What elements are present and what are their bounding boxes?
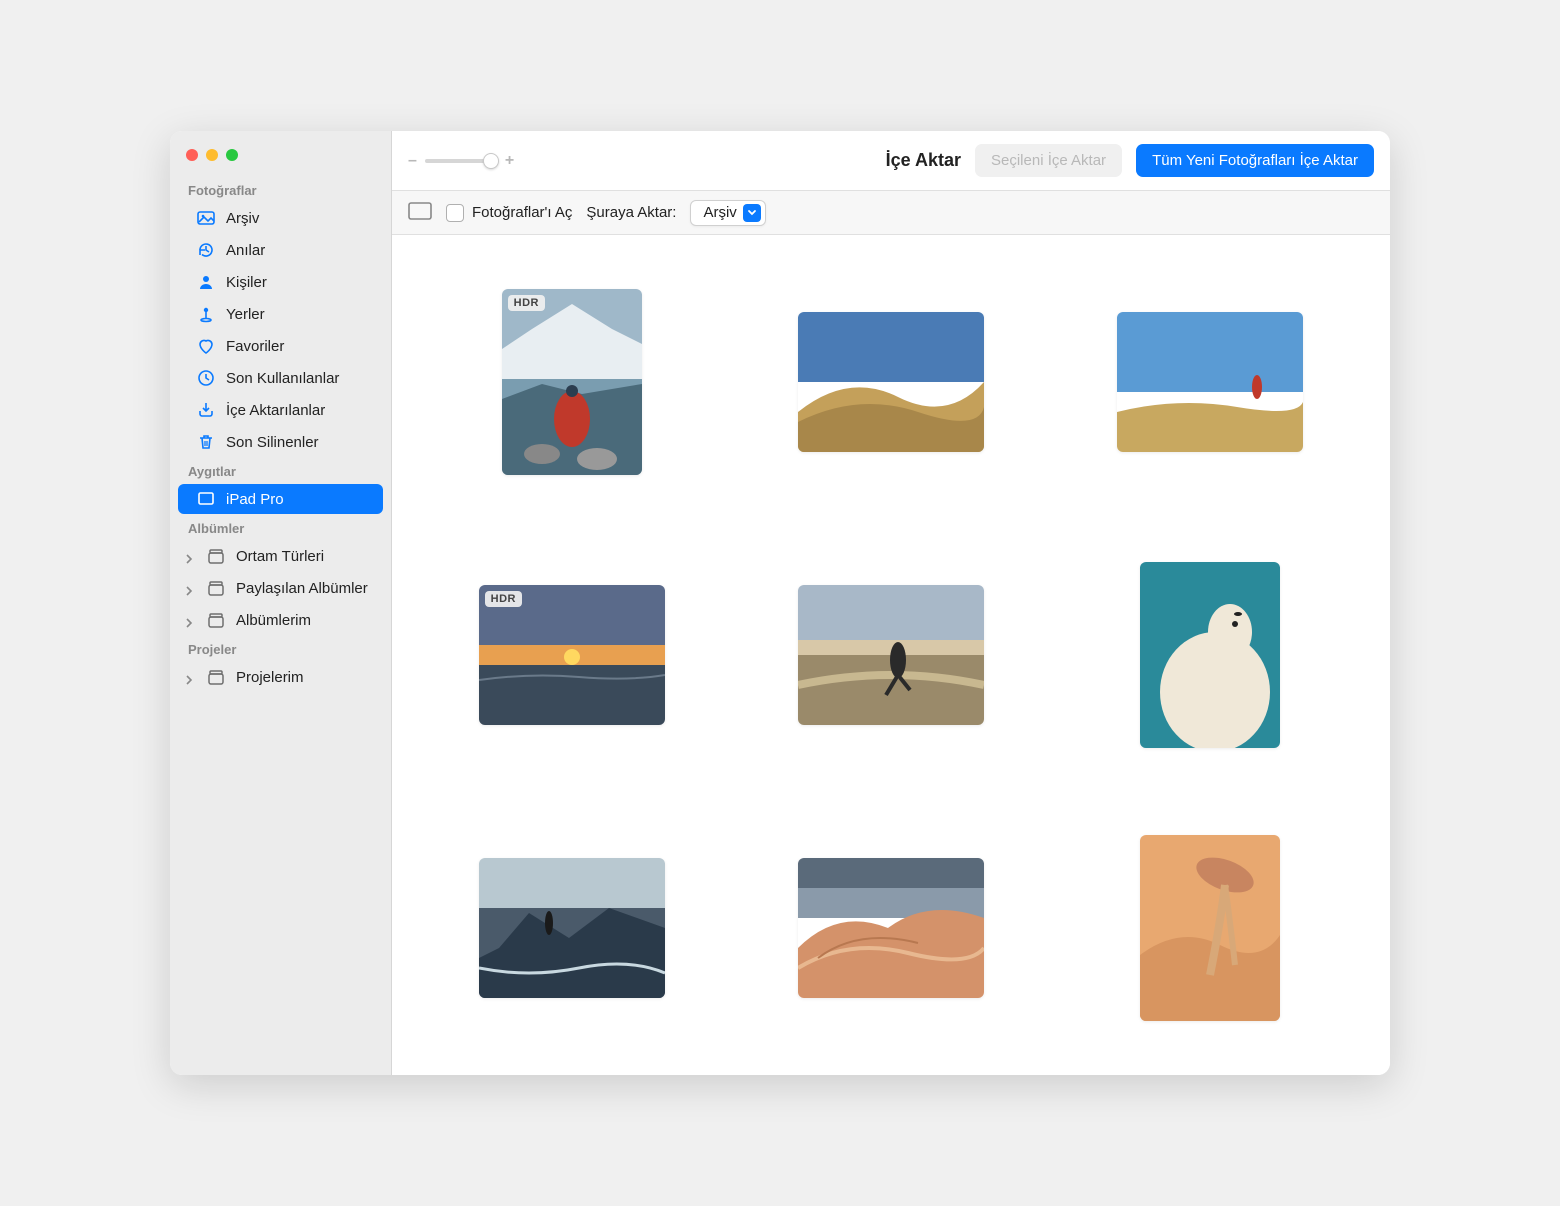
photo-thumbnail[interactable] xyxy=(798,858,984,998)
photo-thumbnail[interactable]: HDR xyxy=(479,585,665,725)
sidebar-item-places[interactable]: Yerler xyxy=(178,299,383,329)
people-icon xyxy=(196,272,216,292)
memories-icon xyxy=(196,240,216,260)
device-icon xyxy=(408,202,432,224)
sidebar: Fotoğraflar Arşiv Anılar Kişiler Yerler xyxy=(170,131,392,1075)
slider-track[interactable] xyxy=(425,159,497,163)
places-icon xyxy=(196,304,216,324)
chevron-right-icon xyxy=(184,672,194,682)
sidebar-item-label: iPad Pro xyxy=(226,491,284,508)
photo-thumbnail[interactable] xyxy=(798,312,984,452)
sidebar-item-label: Projelerim xyxy=(236,669,304,686)
chevron-right-icon xyxy=(184,551,194,561)
sidebar-item-label: Kişiler xyxy=(226,274,267,291)
sidebar-item-label: Yerler xyxy=(226,306,265,323)
import-icon xyxy=(196,400,216,420)
sidebar-item-recents[interactable]: Son Kullanılanlar xyxy=(178,363,383,393)
import-to-select[interactable]: Arşiv xyxy=(690,200,765,226)
import-to-value: Arşiv xyxy=(703,204,736,221)
zoom-plus-icon: + xyxy=(505,152,514,170)
sidebar-item-my-albums[interactable]: Albümlerim xyxy=(178,605,383,635)
chevron-down-icon xyxy=(743,204,761,222)
sidebar-item-memories[interactable]: Anılar xyxy=(178,235,383,265)
photo-thumbnail[interactable] xyxy=(1140,562,1280,748)
ipad-icon xyxy=(196,489,216,509)
minimize-window-button[interactable] xyxy=(206,149,218,161)
sidebar-item-label: Albümlerim xyxy=(236,612,311,629)
hdr-badge: HDR xyxy=(485,591,522,607)
import-selected-button[interactable]: Seçileni İçe Aktar xyxy=(975,144,1122,177)
sidebar-section-devices: Aygıtlar xyxy=(170,458,391,483)
sidebar-section-albums: Albümler xyxy=(170,515,391,540)
zoom-slider[interactable]: – + xyxy=(408,152,514,170)
sidebar-section-projects: Projeler xyxy=(170,636,391,661)
sub-toolbar: Fotoğraflar'ı Aç Şuraya Aktar: Arşiv xyxy=(392,191,1390,235)
app-window: Fotoğraflar Arşiv Anılar Kişiler Yerler xyxy=(170,131,1390,1075)
sidebar-item-shared-albums[interactable]: Paylaşılan Albümler xyxy=(178,573,383,603)
sidebar-item-label: Son Silinenler xyxy=(226,434,319,451)
open-photos-checkbox[interactable] xyxy=(446,204,464,222)
open-photos-label: Fotoğraflar'ı Aç xyxy=(472,204,572,221)
sidebar-item-people[interactable]: Kişiler xyxy=(178,267,383,297)
sidebar-item-label: Ortam Türleri xyxy=(236,548,324,565)
photo-thumbnail[interactable]: HDR xyxy=(502,289,642,475)
chevron-right-icon xyxy=(184,583,194,593)
import-all-button[interactable]: Tüm Yeni Fotoğrafları İçe Aktar xyxy=(1136,144,1374,177)
fullscreen-window-button[interactable] xyxy=(226,149,238,161)
sidebar-item-ipad-pro[interactable]: iPad Pro xyxy=(178,484,383,514)
sidebar-item-label: Paylaşılan Albümler xyxy=(236,580,368,597)
page-title: İçe Aktar xyxy=(886,150,961,171)
sidebar-item-label: Anılar xyxy=(226,242,265,259)
trash-icon xyxy=(196,432,216,452)
heart-icon xyxy=(196,336,216,356)
sidebar-item-media-types[interactable]: Ortam Türleri xyxy=(178,541,383,571)
folder-icon xyxy=(206,546,226,566)
sidebar-section-photos: Fotoğraflar xyxy=(170,177,391,202)
sidebar-item-label: İçe Aktarılanlar xyxy=(226,402,325,419)
sidebar-item-recently-deleted[interactable]: Son Silinenler xyxy=(178,427,383,457)
close-window-button[interactable] xyxy=(186,149,198,161)
zoom-minus-icon: – xyxy=(408,152,417,170)
hdr-badge: HDR xyxy=(508,295,545,311)
photo-icon xyxy=(196,208,216,228)
photo-thumbnail[interactable] xyxy=(479,858,665,998)
sidebar-item-favorites[interactable]: Favoriler xyxy=(178,331,383,361)
sidebar-item-library[interactable]: Arşiv xyxy=(178,203,383,233)
photo-thumbnail[interactable] xyxy=(1140,835,1280,1021)
window-controls xyxy=(170,145,391,177)
photo-grid: HDR xyxy=(392,235,1390,1075)
folder-icon xyxy=(206,578,226,598)
folder-icon xyxy=(206,667,226,687)
sidebar-item-label: Arşiv xyxy=(226,210,259,227)
photo-thumbnail[interactable] xyxy=(798,585,984,725)
sidebar-item-imports[interactable]: İçe Aktarılanlar xyxy=(178,395,383,425)
sidebar-item-label: Son Kullanılanlar xyxy=(226,370,339,387)
import-to-label: Şuraya Aktar: xyxy=(586,204,676,221)
toolbar: – + İçe Aktar Seçileni İçe Aktar Tüm Yen… xyxy=(392,131,1390,191)
folder-icon xyxy=(206,610,226,630)
slider-thumb[interactable] xyxy=(483,153,499,169)
sidebar-item-label: Favoriler xyxy=(226,338,284,355)
photo-thumbnail[interactable] xyxy=(1117,312,1303,452)
clock-icon xyxy=(196,368,216,388)
main-content: – + İçe Aktar Seçileni İçe Aktar Tüm Yen… xyxy=(392,131,1390,1075)
sidebar-item-my-projects[interactable]: Projelerim xyxy=(178,662,383,692)
chevron-right-icon xyxy=(184,615,194,625)
